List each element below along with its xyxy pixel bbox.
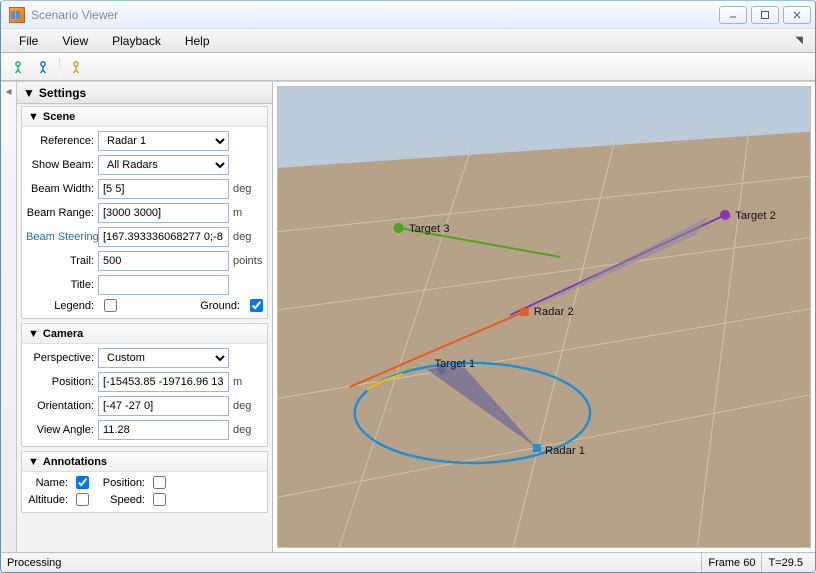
target3-label: Target 3 (409, 223, 450, 235)
title-input[interactable] (98, 275, 229, 295)
showbeam-label: Show Beam: (26, 159, 96, 171)
ann-altitude-label: Altitude: (26, 494, 70, 506)
cam-position-input[interactable] (98, 372, 229, 392)
window-title: Scenario Viewer (31, 8, 713, 22)
perspective-label: Perspective: (26, 352, 96, 364)
menu-file[interactable]: File (9, 31, 48, 51)
cam-viewangle-label: View Angle: (26, 424, 96, 436)
toolbar (1, 53, 815, 81)
title-label: Title: (26, 279, 96, 291)
beamsteering-input[interactable] (98, 227, 229, 247)
ann-position-checkbox[interactable] (153, 476, 166, 489)
maximize-button[interactable] (751, 6, 779, 24)
ann-speed-label: Speed: (95, 494, 147, 506)
cam-viewangle-input[interactable] (98, 420, 229, 440)
ann-speed-checkbox[interactable] (153, 493, 166, 506)
menu-help[interactable]: Help (175, 31, 220, 51)
cam-orientation-label: Orientation: (26, 400, 96, 412)
showbeam-select[interactable]: All Radars (98, 155, 229, 175)
trail-label: Trail: (26, 255, 96, 267)
scenario-viewport[interactable]: Target 3 Target 2 Radar 2 Target 1 Radar… (277, 86, 811, 548)
minimize-button[interactable] (719, 6, 747, 24)
ann-name-checkbox[interactable] (76, 476, 89, 489)
viewport-panel: Target 3 Target 2 Radar 2 Target 1 Radar… (273, 82, 815, 552)
settings-panel: ▼ Settings ▼ Scene Reference: Radar 1 Sh… (17, 82, 273, 552)
collapse-gutter[interactable]: ◂ (1, 82, 17, 552)
section-camera-header[interactable]: ▼ Camera (22, 324, 267, 344)
tool-record-icon[interactable] (65, 56, 87, 78)
status-bar: Processing Frame 60 T=29.5 (1, 552, 815, 572)
beamrange-unit: m (231, 207, 263, 219)
beamsteering-unit: deg (231, 231, 263, 243)
section-scene: ▼ Scene Reference: Radar 1 Show Beam: Al… (21, 106, 268, 319)
ann-altitude-checkbox[interactable] (76, 493, 89, 506)
beamwidth-unit: deg (231, 183, 263, 195)
panel-title: Settings (39, 86, 86, 100)
legend-label: Legend: (26, 300, 96, 312)
ground-checkbox[interactable] (250, 299, 263, 312)
status-message: Processing (7, 557, 61, 569)
section-annotations-header[interactable]: ▼ Annotations (22, 452, 267, 472)
cam-viewangle-unit: deg (231, 424, 263, 436)
cam-orientation-input[interactable] (98, 396, 229, 416)
tool-step-icon[interactable] (32, 56, 54, 78)
perspective-select[interactable]: Custom (98, 348, 229, 368)
dock-menu-icon[interactable]: ◥ (795, 35, 807, 46)
title-bar: Scenario Viewer (1, 1, 815, 29)
menu-view[interactable]: View (52, 31, 98, 51)
toolbar-separator (59, 58, 60, 76)
radar2-label: Radar 2 (534, 306, 574, 318)
triangle-down-icon: ▼ (28, 328, 39, 340)
cam-position-label: Position: (26, 376, 96, 388)
ann-position-label: Position: (95, 477, 147, 489)
ann-name-label: Name: (26, 477, 70, 489)
legend-checkbox[interactable] (104, 299, 117, 312)
window-frame: Scenario Viewer File View Playback Help … (0, 0, 816, 573)
beamwidth-input[interactable] (98, 179, 229, 199)
trail-unit: points (231, 255, 263, 267)
menu-playback[interactable]: Playback (102, 31, 171, 51)
target1-label: Target 1 (435, 358, 476, 370)
radar1-label: Radar 1 (545, 445, 585, 457)
beamrange-label: Beam Range: (26, 207, 96, 219)
close-button[interactable] (783, 6, 811, 24)
menu-bar: File View Playback Help ◥ (1, 29, 815, 53)
ground-label: Ground: (200, 300, 242, 312)
chevron-left-icon: ◂ (5, 84, 11, 98)
trail-input[interactable] (98, 251, 229, 271)
section-annotations-title: Annotations (43, 456, 107, 468)
triangle-down-icon: ▼ (28, 111, 39, 123)
section-annotations: ▼ Annotations Name: Position: Altitude: (21, 451, 268, 513)
scene-svg: Target 3 Target 2 Radar 2 Target 1 Radar… (278, 87, 810, 547)
beamsteering-label[interactable]: Beam Steering (26, 231, 96, 243)
tool-play-icon[interactable] (7, 56, 29, 78)
panel-header[interactable]: ▼ Settings (17, 82, 272, 104)
status-time: T=29.5 (761, 553, 809, 572)
triangle-down-icon: ▼ (28, 456, 39, 468)
beamwidth-label: Beam Width: (26, 183, 96, 195)
status-frame: Frame 60 (701, 553, 761, 572)
cam-position-unit: m (231, 376, 263, 388)
section-camera-title: Camera (43, 328, 83, 340)
reference-label: Reference: (26, 135, 96, 147)
beamrange-input[interactable] (98, 203, 229, 223)
reference-select[interactable]: Radar 1 (98, 131, 229, 151)
cam-orientation-unit: deg (231, 400, 263, 412)
section-camera: ▼ Camera Perspective: Custom Position: m… (21, 323, 268, 447)
section-scene-header[interactable]: ▼ Scene (22, 107, 267, 127)
app-icon (9, 7, 25, 23)
target2-label: Target 2 (735, 210, 776, 222)
triangle-down-icon: ▼ (23, 86, 35, 100)
section-scene-title: Scene (43, 111, 75, 123)
